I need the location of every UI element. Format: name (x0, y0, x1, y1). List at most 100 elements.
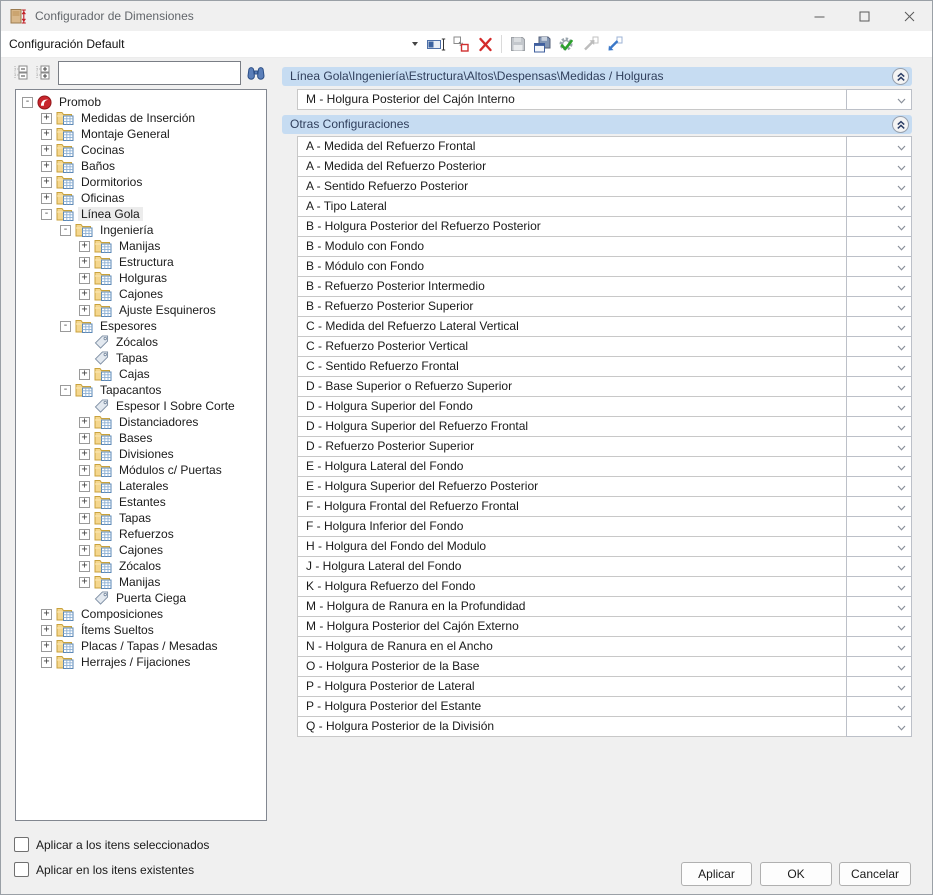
expand-node-icon[interactable]: + (79, 241, 90, 252)
import-config-button[interactable] (603, 33, 625, 56)
config-value-dropdown[interactable] (846, 696, 912, 717)
tree-item-label[interactable]: Espesores (97, 319, 160, 333)
tree-item[interactable]: + Laterales (16, 478, 266, 494)
apply-selected-items-checkbox[interactable]: Aplicar a los itens seleccionados (14, 837, 209, 852)
ok-button[interactable]: OK (760, 862, 832, 886)
tree-item-label[interactable]: Placas / Tapas / Mesadas (78, 639, 221, 653)
tree-item[interactable]: + Refuerzos (16, 526, 266, 542)
collapse-node-icon[interactable]: - (60, 385, 71, 396)
tree-item[interactable]: + Dormitorios (16, 174, 266, 190)
tree-item-label[interactable]: Ítems Sueltos (78, 623, 157, 637)
apply-config-button[interactable] (555, 33, 577, 56)
tree-item-label[interactable]: Medidas de Inserción (78, 111, 198, 125)
config-value-dropdown[interactable] (846, 156, 912, 177)
collapse-node-icon[interactable]: - (60, 321, 71, 332)
config-value-dropdown[interactable] (846, 196, 912, 217)
expand-node-icon[interactable]: + (79, 417, 90, 428)
tree-item[interactable]: + Zócalos (16, 558, 266, 574)
config-value-dropdown[interactable] (846, 316, 912, 337)
tree-item[interactable]: - Espesores (16, 318, 266, 334)
tree-item-label[interactable]: Tapacantos (97, 383, 164, 397)
expand-node-icon[interactable]: + (41, 161, 52, 172)
maximize-button[interactable] (842, 1, 887, 31)
close-button[interactable] (887, 1, 932, 31)
expand-node-icon[interactable]: + (79, 449, 90, 460)
collapse-all-button[interactable] (10, 62, 31, 83)
tree-item[interactable]: + Herrajes / Fijaciones (16, 654, 266, 670)
expand-node-icon[interactable]: + (79, 257, 90, 268)
tree-item[interactable]: - Ingeniería (16, 222, 266, 238)
save-button-disabled[interactable] (507, 33, 529, 56)
expand-node-icon[interactable]: + (79, 273, 90, 284)
tree-item[interactable]: Puerta Ciega (16, 590, 266, 606)
config-value-dropdown[interactable] (846, 396, 912, 417)
tree-item[interactable]: + Estructura (16, 254, 266, 270)
config-value-dropdown[interactable] (846, 416, 912, 437)
collapse-node-icon[interactable]: - (60, 225, 71, 236)
tree-item[interactable]: - Tapacantos (16, 382, 266, 398)
config-value-dropdown[interactable] (846, 616, 912, 637)
tree-item-label[interactable]: Estructura (116, 255, 177, 269)
tree-item-label[interactable]: Tapas (116, 511, 154, 525)
config-value-dropdown[interactable] (846, 436, 912, 457)
tree-item-label[interactable]: Refuerzos (116, 527, 177, 541)
tree-item-label[interactable]: Cajones (116, 543, 166, 557)
collapse-node-icon[interactable]: - (22, 97, 33, 108)
config-value-dropdown[interactable] (846, 89, 912, 110)
expand-node-icon[interactable]: + (79, 481, 90, 492)
export-config-button-disabled[interactable] (579, 33, 601, 56)
expand-node-icon[interactable]: + (41, 193, 52, 204)
expand-node-icon[interactable]: + (79, 577, 90, 588)
config-value-dropdown[interactable] (846, 536, 912, 557)
config-value-dropdown[interactable] (846, 496, 912, 517)
tree-item[interactable]: - Promob (16, 94, 266, 110)
tree-item-label[interactable]: Oficinas (78, 191, 127, 205)
config-value-dropdown[interactable] (846, 656, 912, 677)
tree-item-label[interactable]: Cajones (116, 287, 166, 301)
expand-node-icon[interactable]: + (41, 641, 52, 652)
config-value-dropdown[interactable] (846, 476, 912, 497)
save-config-button[interactable] (531, 33, 553, 56)
tree-item-label[interactable]: Zócalos (113, 335, 161, 349)
delete-config-button[interactable] (474, 33, 496, 56)
expand-node-icon[interactable]: + (41, 129, 52, 140)
expand-node-icon[interactable]: + (41, 625, 52, 636)
expand-node-icon[interactable]: + (79, 289, 90, 300)
tree-item-label[interactable]: Manijas (116, 239, 163, 253)
minimize-button[interactable] (797, 1, 842, 31)
config-value-dropdown[interactable] (846, 296, 912, 317)
tree-item[interactable]: + Oficinas (16, 190, 266, 206)
tree-item[interactable]: + Divisiones (16, 446, 266, 462)
apply-existing-items-checkbox[interactable]: Aplicar en los itens existentes (14, 862, 194, 877)
tree-item[interactable]: - Línea Gola (16, 206, 266, 222)
tree-item[interactable]: + Cajones (16, 286, 266, 302)
config-value-dropdown[interactable] (846, 556, 912, 577)
expand-node-icon[interactable]: + (79, 433, 90, 444)
tree-item-label[interactable]: Módulos c/ Puertas (116, 463, 225, 477)
config-value-dropdown[interactable] (846, 356, 912, 377)
tree-item[interactable]: + Estantes (16, 494, 266, 510)
tree-item-label[interactable]: Divisiones (116, 447, 177, 461)
config-value-dropdown[interactable] (846, 576, 912, 597)
expand-node-icon[interactable]: + (79, 465, 90, 476)
rename-config-button[interactable] (426, 33, 448, 56)
section-collapse-button[interactable] (892, 68, 909, 85)
config-value-dropdown[interactable] (846, 516, 912, 537)
config-value-dropdown[interactable] (846, 276, 912, 297)
expand-node-icon[interactable]: + (41, 145, 52, 156)
tree-item[interactable]: + Medidas de Inserción (16, 110, 266, 126)
tree-item[interactable]: + Manijas (16, 238, 266, 254)
tree-item-label[interactable]: Herrajes / Fijaciones (78, 655, 193, 669)
expand-node-icon[interactable]: + (79, 561, 90, 572)
expand-node-icon[interactable]: + (41, 609, 52, 620)
copy-config-button[interactable] (450, 33, 472, 56)
config-value-dropdown[interactable] (846, 176, 912, 197)
expand-node-icon[interactable]: + (79, 529, 90, 540)
expand-node-icon[interactable]: + (79, 545, 90, 556)
tree-item[interactable]: + Distanciadores (16, 414, 266, 430)
tree-item[interactable]: + Placas / Tapas / Mesadas (16, 638, 266, 654)
tree-item[interactable]: + Cocinas (16, 142, 266, 158)
tree-item-label[interactable]: Espesor I Sobre Corte (113, 399, 238, 413)
tree-item-label[interactable]: Zócalos (116, 559, 164, 573)
tree-item[interactable]: + Ítems Sueltos (16, 622, 266, 638)
